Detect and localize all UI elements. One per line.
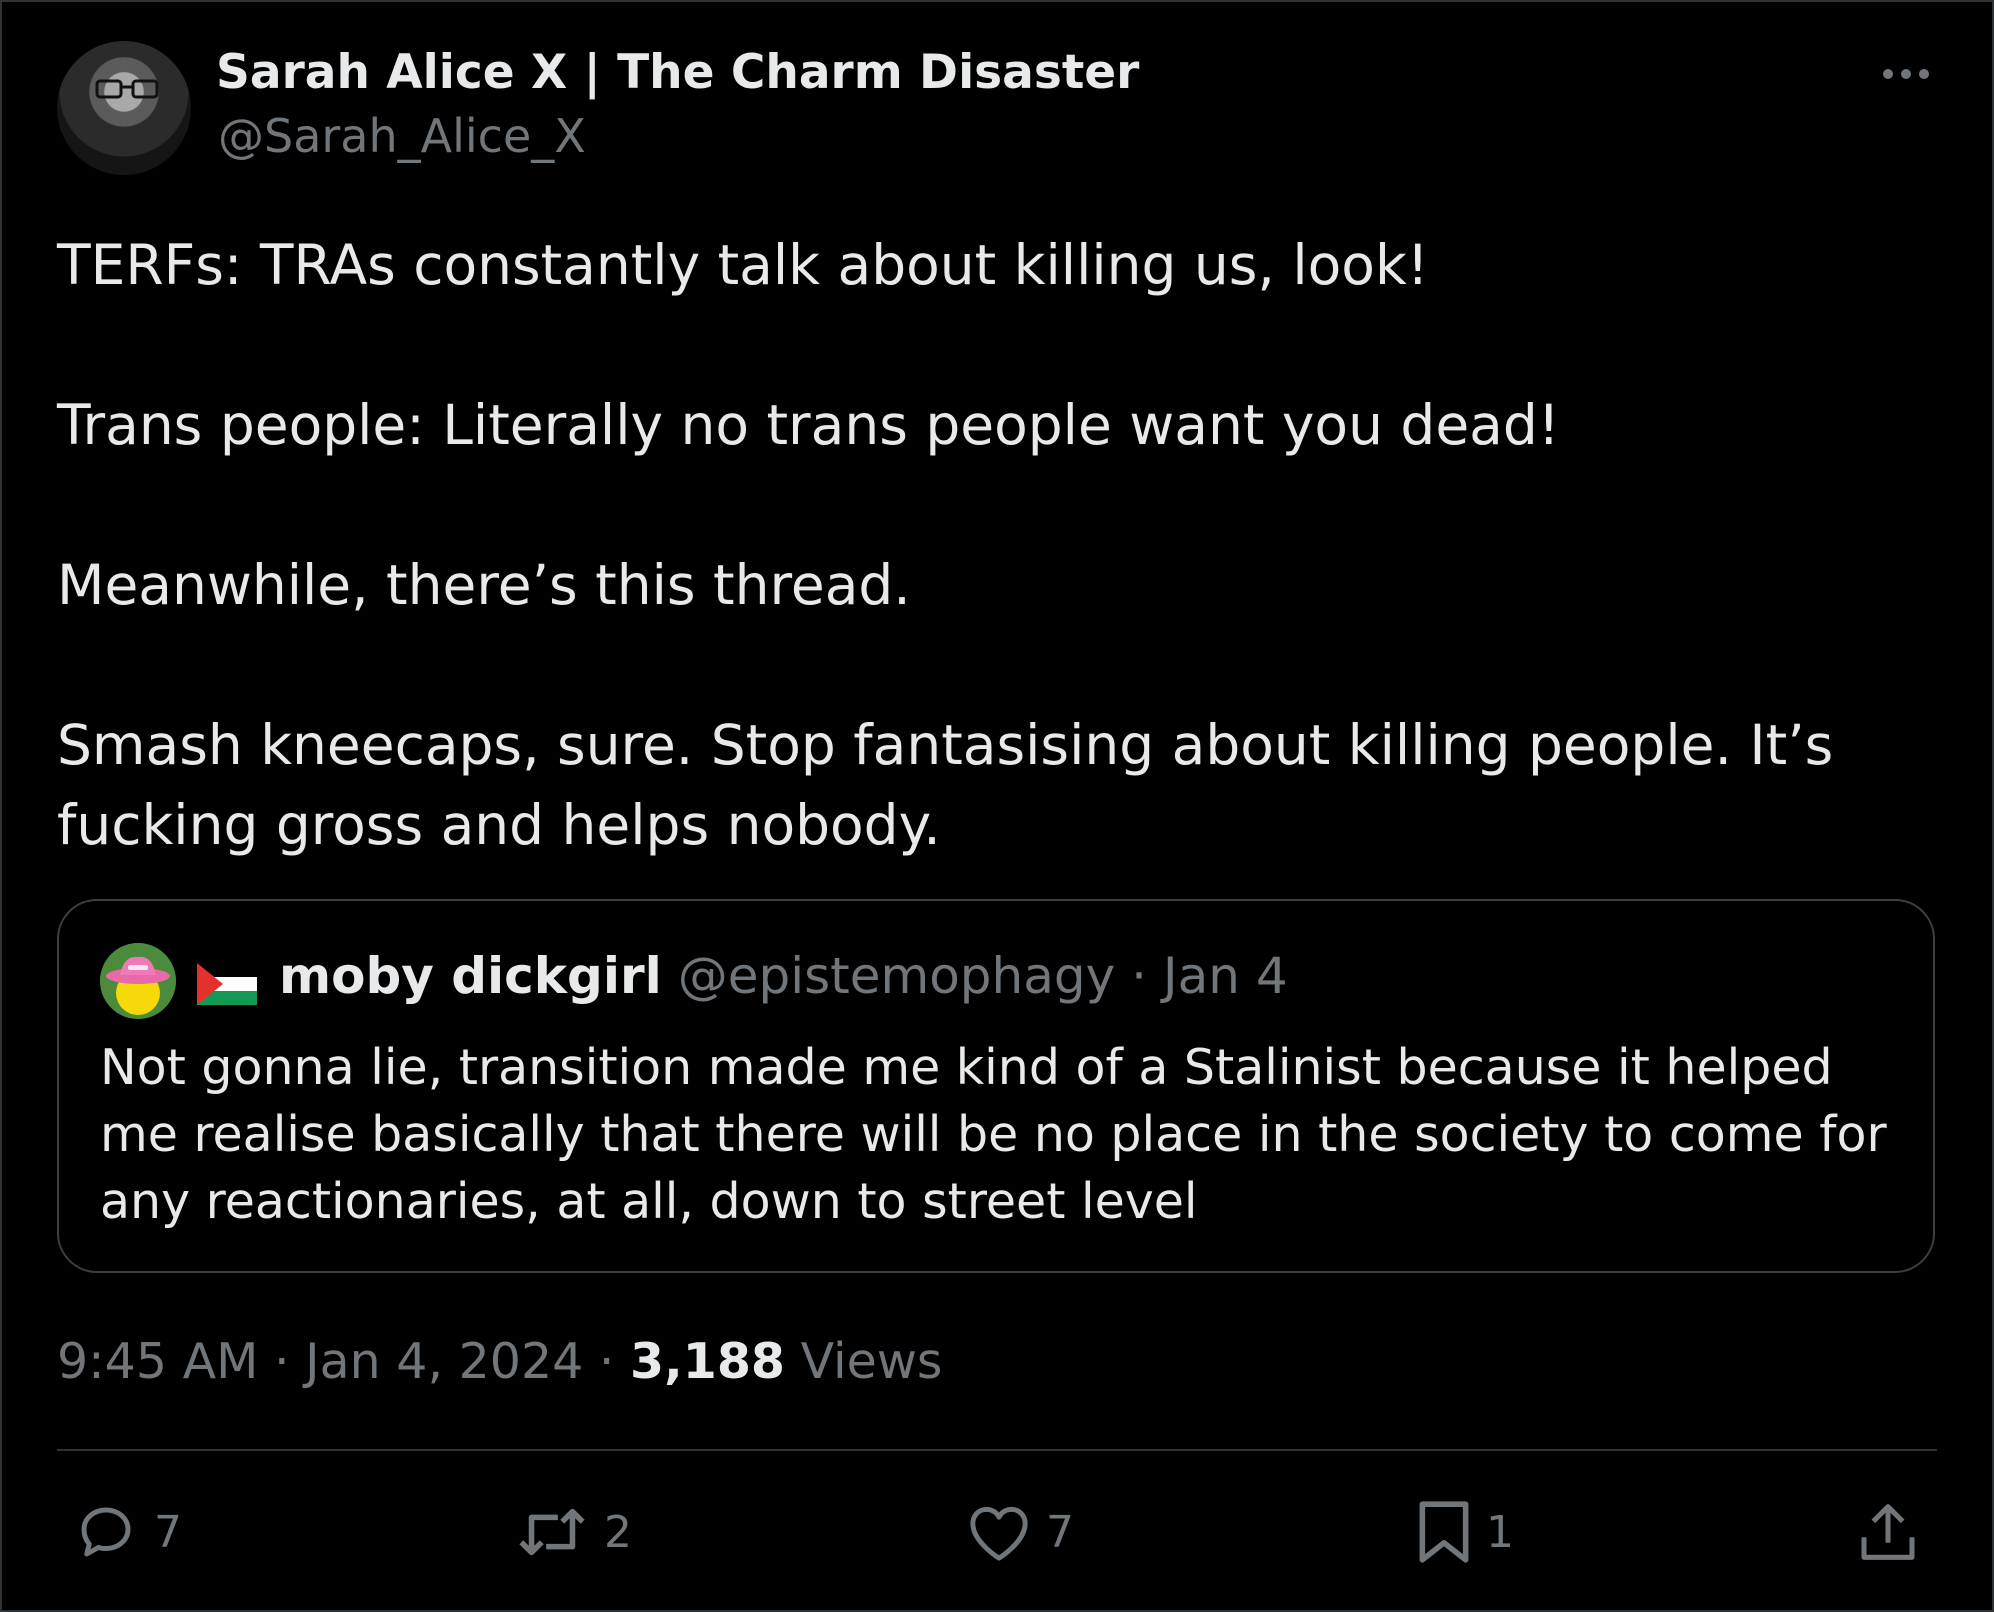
quote-author-handle[interactable]: @epistemophagy bbox=[678, 947, 1116, 1005]
tweet-paragraph: Smash kneecaps, sure. Stop fantasising a… bbox=[57, 713, 1851, 857]
repost-button[interactable]: 2 bbox=[514, 1496, 632, 1568]
quote-date[interactable]: Jan 4 bbox=[1163, 947, 1288, 1005]
quote-text: Not gonna lie, transition made me kind o… bbox=[100, 1039, 1887, 1230]
tweet-paragraph: TERFs: TRAs constantly talk about killin… bbox=[57, 233, 1429, 297]
quoted-tweet-card[interactable]: moby dickgirl @epistemophagy · Jan 4 Not… bbox=[57, 899, 1935, 1273]
repost-icon bbox=[519, 1508, 585, 1556]
palestine-flag-icon bbox=[197, 963, 257, 1005]
repost-count: 2 bbox=[604, 1506, 632, 1558]
views-label: Views bbox=[800, 1333, 943, 1390]
author-handle[interactable]: @Sarah_Alice_X bbox=[218, 109, 586, 163]
divider bbox=[57, 1449, 1937, 1451]
reply-icon bbox=[81, 1507, 131, 1557]
avatar-glasses-graphic bbox=[95, 79, 159, 99]
quote-author-avatar[interactable] bbox=[100, 943, 176, 1019]
share-button[interactable] bbox=[1858, 1496, 1918, 1568]
like-button[interactable]: 7 bbox=[966, 1496, 1074, 1568]
author-display-name[interactable]: Sarah Alice X | The Charm Disaster bbox=[216, 45, 1139, 100]
author-avatar[interactable] bbox=[57, 41, 191, 175]
quote-author-name[interactable]: moby dickgirl bbox=[279, 947, 662, 1005]
reply-button[interactable]: 7 bbox=[72, 1496, 182, 1568]
meta-separator: · bbox=[274, 1333, 290, 1390]
tweet-paragraph: Meanwhile, there’s this thread. bbox=[57, 553, 911, 617]
bookmark-count: 1 bbox=[1486, 1506, 1514, 1558]
like-count: 7 bbox=[1046, 1506, 1074, 1558]
bookmark-button[interactable]: 1 bbox=[1416, 1496, 1514, 1568]
tweet-meta: 9:45 AM · Jan 4, 2024 · 3,188 Views bbox=[57, 1333, 942, 1390]
tweet-paragraph: Trans people: Literally no trans people … bbox=[57, 393, 1560, 457]
quote-separator: · bbox=[1131, 947, 1148, 1005]
bookmark-icon bbox=[1419, 1501, 1469, 1563]
reply-count: 7 bbox=[154, 1506, 182, 1558]
share-icon bbox=[1861, 1504, 1915, 1560]
views-count: 3,188 bbox=[630, 1333, 786, 1390]
like-icon bbox=[970, 1506, 1028, 1561]
cowboy-hat-emoji-icon bbox=[100, 943, 176, 1019]
more-options-button[interactable] bbox=[1878, 56, 1934, 92]
meta-separator: · bbox=[598, 1333, 615, 1390]
tweet-text: TERFs: TRAs constantly talk about killin… bbox=[57, 225, 1937, 865]
quote-header: moby dickgirl @epistemophagy · Jan 4 bbox=[279, 947, 1288, 1005]
more-icon bbox=[1883, 69, 1929, 79]
tweet-date[interactable]: Jan 4, 2024 bbox=[305, 1333, 583, 1390]
tweet-time[interactable]: 9:45 AM bbox=[57, 1333, 258, 1390]
